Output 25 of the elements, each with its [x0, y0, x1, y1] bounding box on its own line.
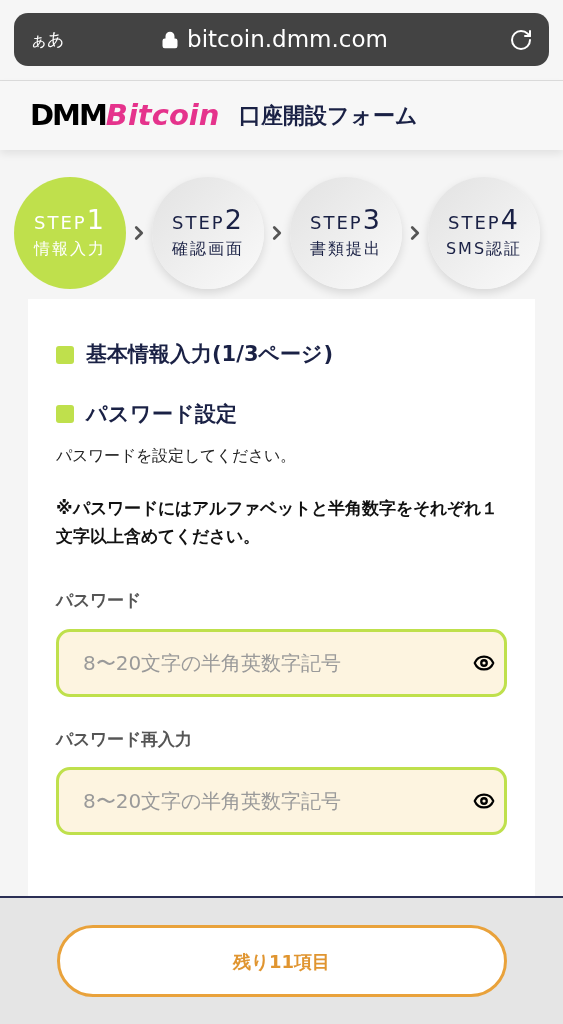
step-number: STEP 2	[172, 205, 244, 233]
step-name: 情報入力	[34, 237, 106, 260]
step-name: 書類提出	[310, 237, 382, 260]
step-number: STEP 3	[310, 205, 382, 233]
page-title: 口座開設フォーム	[239, 102, 419, 130]
logo[interactable]: DMMBitcoin	[30, 93, 220, 138]
section-heading: 基本情報入力(1/3ページ)	[86, 341, 334, 368]
password-note: ※パスワードにはアルファベットと半角数字をそれぞれ１文字以上含めてください。	[56, 497, 499, 548]
step-name: 確認画面	[172, 237, 244, 260]
step-name: SMS認証	[445, 237, 523, 260]
section-heading: パスワード設定	[86, 400, 237, 428]
lock-icon	[161, 30, 180, 49]
step-number: STEP 1	[34, 205, 106, 233]
url-text: bitcoin.dmm.com	[187, 25, 388, 55]
address-bar[interactable]: ぁあ bitcoin.dmm.com	[14, 13, 549, 66]
bullet-square	[56, 405, 74, 424]
password-field[interactable]: 8〜20文字の半角英数字記号	[56, 767, 507, 835]
password-field[interactable]: 8〜20文字の半角英数字記号	[56, 628, 507, 697]
description-text: パスワードを設定してください。	[56, 445, 297, 467]
text-size-button[interactable]: ぁあ	[30, 26, 64, 53]
field-label: パスワード再入力	[56, 727, 193, 751]
step-number: STEP 4	[448, 205, 520, 233]
bullet-square	[56, 345, 74, 364]
reload-icon[interactable]	[509, 27, 533, 52]
field-label: パスワード	[56, 589, 142, 612]
